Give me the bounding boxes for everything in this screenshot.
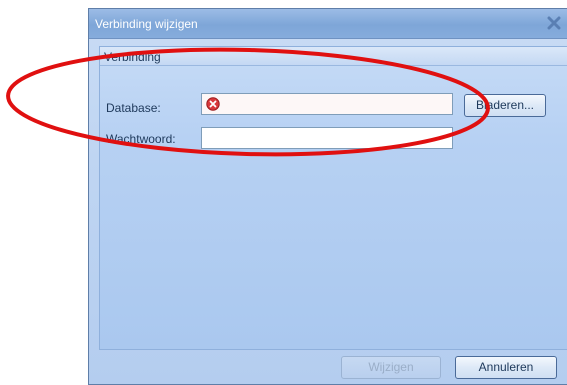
database-input[interactable] xyxy=(201,93,453,115)
ok-button[interactable]: Wijzigen xyxy=(341,356,441,379)
database-label: Database: xyxy=(106,101,161,115)
title-bar[interactable]: Verbinding wijzigen xyxy=(89,9,567,39)
password-label: Wachtwoord: xyxy=(106,132,176,146)
error-icon xyxy=(206,97,220,111)
group-title: Verbinding xyxy=(104,50,161,64)
group-header: Verbinding xyxy=(100,47,567,66)
close-icon[interactable] xyxy=(547,16,561,30)
connection-dialog: Verbinding wijzigen Verbinding Database:… xyxy=(88,8,567,385)
dialog-title: Verbinding wijzigen xyxy=(95,17,198,31)
cancel-button[interactable]: Annuleren xyxy=(455,356,557,379)
connection-group: Verbinding Database: Bladeren... Wachtwo… xyxy=(99,46,567,350)
password-input[interactable] xyxy=(201,127,453,149)
browse-button[interactable]: Bladeren... xyxy=(464,94,546,117)
